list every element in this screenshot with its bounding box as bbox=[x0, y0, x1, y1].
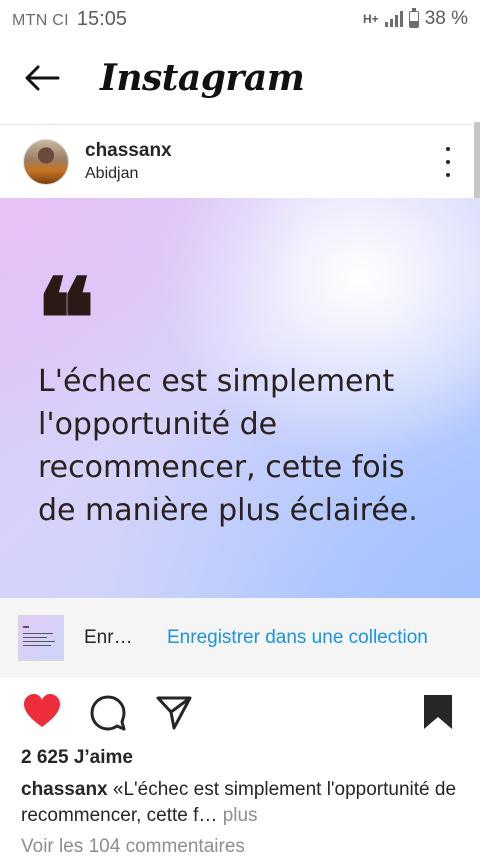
post-actions bbox=[0, 690, 480, 734]
clock: 15:05 bbox=[76, 7, 127, 30]
caption-more-link[interactable]: plus bbox=[223, 805, 258, 826]
quote-line: de manière plus éclairée. bbox=[38, 493, 418, 528]
battery-percent: 38 % bbox=[424, 8, 468, 29]
share-send-icon[interactable] bbox=[154, 692, 194, 732]
network-type-icon: H+ bbox=[363, 12, 379, 26]
save-banner: Enr… Enregistrer dans une collection bbox=[0, 598, 480, 678]
carrier-name: MTN CI bbox=[12, 11, 69, 29]
post-caption: chassanx «L'échec est simplement l'oppor… bbox=[21, 777, 461, 829]
view-comments-link[interactable]: Voir les 104 commentaires bbox=[21, 836, 245, 858]
caption-username[interactable]: chassanx bbox=[21, 779, 108, 800]
quote-line: recommencer, cette fois bbox=[38, 450, 405, 485]
post-location[interactable]: Abidjan bbox=[85, 165, 172, 183]
comment-icon[interactable] bbox=[88, 692, 128, 732]
post-header: chassanx Abidjan bbox=[0, 124, 472, 199]
post-username[interactable]: chassanx bbox=[85, 140, 172, 162]
signal-icon bbox=[384, 11, 403, 27]
top-bar: Instagram bbox=[0, 38, 480, 118]
avatar[interactable] bbox=[23, 138, 69, 185]
battery-icon bbox=[408, 7, 419, 28]
quote-line: l'opportunité de bbox=[38, 407, 278, 442]
instagram-logo: Instagram bbox=[100, 57, 305, 99]
quote-text: L'échec est simplement l'opportunité de … bbox=[38, 360, 418, 532]
more-options-icon[interactable] bbox=[440, 147, 456, 177]
status-bar: MTN CI 15:05 H+ 38 % bbox=[0, 0, 480, 38]
likes-count[interactable]: 2 625 J’aime bbox=[21, 747, 133, 769]
arrow-left-icon bbox=[25, 65, 60, 91]
save-to-collection-link[interactable]: Enregistrer dans une collection bbox=[167, 627, 428, 649]
post-image[interactable]: ❝ L'échec est simplement l'opportunité d… bbox=[0, 198, 480, 598]
saved-label: Enr… bbox=[84, 627, 133, 648]
quote-mark-icon: ❝ bbox=[36, 254, 96, 383]
back-button[interactable] bbox=[20, 56, 64, 100]
bookmark-icon[interactable] bbox=[418, 692, 458, 732]
quote-line: L'échec est simplement bbox=[38, 364, 395, 399]
like-heart-icon[interactable] bbox=[22, 692, 62, 732]
saved-post-thumbnail bbox=[18, 615, 64, 661]
